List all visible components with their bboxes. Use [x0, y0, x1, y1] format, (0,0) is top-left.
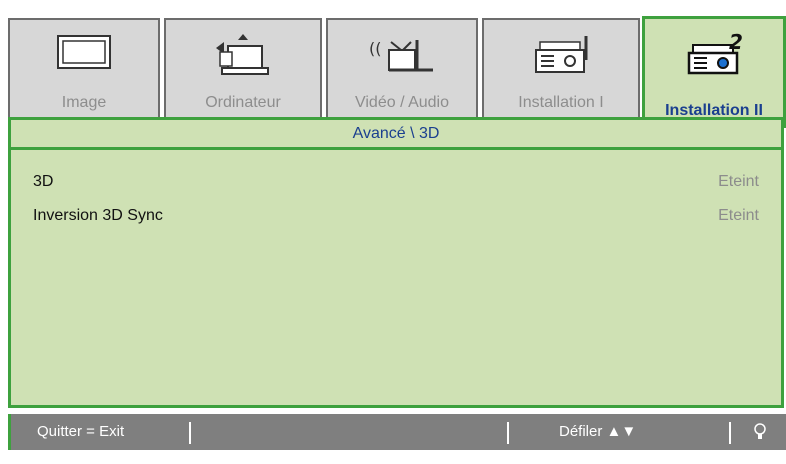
section-title: Avancé \ 3D: [11, 120, 781, 150]
menu-tab-bar: Image Ordinateur (( Vidéo / Audio Instal…: [8, 8, 786, 128]
scroll-hint: Défiler ▲▼: [559, 423, 637, 440]
tab-installation-2[interactable]: 2 Installation II: [642, 16, 786, 128]
tab-label: Vidéo / Audio: [354, 94, 449, 111]
tab-ordinateur[interactable]: Ordinateur: [164, 18, 322, 122]
svg-text:((: ((: [369, 39, 381, 58]
monitor-icon: [54, 32, 114, 81]
tab-label: Image: [61, 94, 107, 111]
footer-bar: Quitter = Exit Défiler ▲▼: [8, 414, 786, 450]
tab-label: Installation I: [518, 94, 604, 111]
footer-divider: [729, 422, 731, 444]
exit-hint: Quitter = Exit: [37, 423, 125, 440]
tv-antenna-icon: ((: [367, 32, 437, 85]
footer-divider: [189, 422, 191, 444]
tab-video-audio[interactable]: (( Vidéo / Audio: [326, 18, 478, 122]
setting-value: Eteint: [718, 207, 759, 224]
settings-panel: Avancé \ 3D 3D Eteint Inversion 3D Sync …: [8, 117, 784, 408]
tab-installation-1[interactable]: Installation I: [482, 18, 640, 122]
setting-value: Eteint: [718, 173, 759, 190]
laptop-icon: [208, 32, 278, 85]
setting-row-3d[interactable]: 3D Eteint: [33, 170, 759, 194]
svg-text:2: 2: [729, 31, 743, 54]
setting-name: 3D: [33, 173, 54, 190]
projector-2-icon: 2: [679, 30, 749, 84]
tab-image[interactable]: Image: [8, 18, 160, 122]
projector-icon: [526, 32, 596, 85]
footer-divider: [507, 422, 509, 444]
setting-row-inversion-3d-sync[interactable]: Inversion 3D Sync Eteint: [33, 204, 759, 228]
tab-label: Ordinateur: [205, 94, 281, 111]
setting-name: Inversion 3D Sync: [33, 207, 163, 224]
bulb-icon: [753, 414, 767, 464]
